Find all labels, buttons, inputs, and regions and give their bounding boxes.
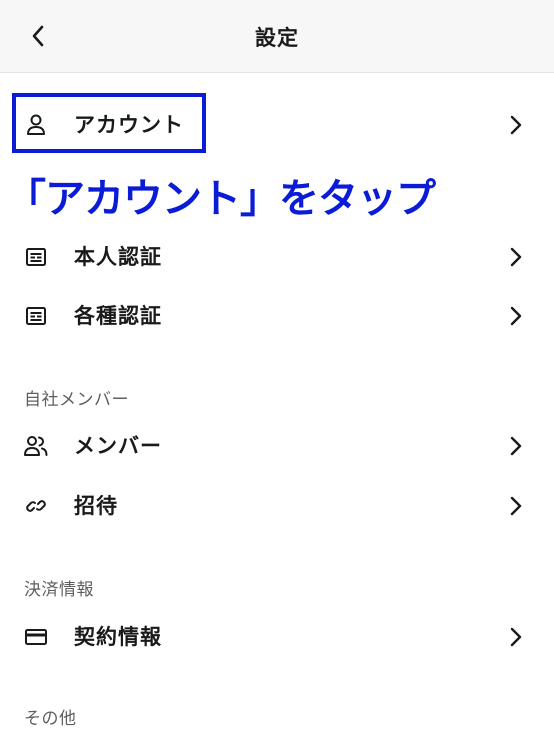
menu-item-label: 各種認証 xyxy=(74,304,162,328)
menu-item-invite[interactable]: 招待 xyxy=(0,478,554,534)
people-icon xyxy=(22,432,50,460)
header-bar: 設定 xyxy=(0,0,554,73)
chevron-right-icon xyxy=(504,304,528,328)
menu-item-label: 招待 xyxy=(74,494,118,518)
menu-item-label: 本人認証 xyxy=(74,245,162,269)
chevron-right-icon xyxy=(504,434,528,458)
id-card-icon xyxy=(22,302,50,330)
id-card-icon xyxy=(22,243,50,271)
menu-item-members[interactable]: メンバー xyxy=(0,418,554,474)
highlight-box xyxy=(12,93,206,153)
section-heading-members: 自社メンバー xyxy=(24,390,129,410)
credit-card-icon xyxy=(22,623,50,651)
link-icon xyxy=(22,492,50,520)
menu-item-label: メンバー xyxy=(74,434,162,458)
section-heading-payment: 決済情報 xyxy=(24,580,94,600)
menu-item-various-verification[interactable]: 各種認証 xyxy=(0,288,554,344)
menu-item-label: 契約情報 xyxy=(74,625,162,649)
chevron-right-icon xyxy=(504,625,528,649)
chevron-right-icon xyxy=(504,113,528,137)
page-title: 設定 xyxy=(255,26,299,50)
menu-item-identity-verification[interactable]: 本人認証 xyxy=(0,229,554,285)
menu-item-contract-info[interactable]: 契約情報 xyxy=(0,609,554,665)
chevron-right-icon xyxy=(504,245,528,269)
chevron-right-icon xyxy=(504,494,528,518)
section-heading-other: その他 xyxy=(24,709,77,729)
instruction-annotation: 「アカウント」をタップ xyxy=(6,176,436,222)
